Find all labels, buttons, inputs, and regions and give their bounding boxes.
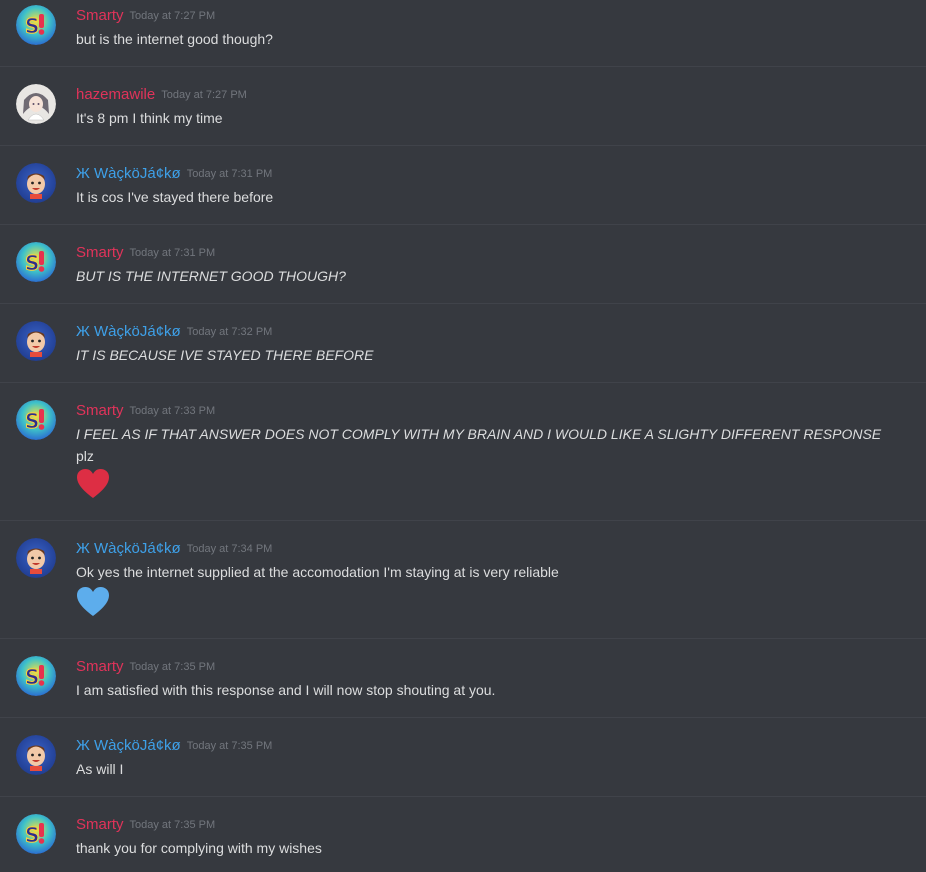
message-text: BUT IS THE INTERNET GOOD THOUGH?: [76, 268, 346, 284]
wacko-avatar[interactable]: [16, 321, 56, 361]
message-header: Ж WàçköJá¢kø Today at 7:31 PM: [76, 164, 272, 184]
message-header: Ж WàçköJá¢kø Today at 7:32 PM: [76, 322, 272, 342]
timestamp[interactable]: Today at 7:34 PM: [187, 543, 273, 555]
timestamp[interactable]: Today at 7:33 PM: [130, 405, 216, 417]
red-heart-icon: [77, 469, 109, 498]
message-text: I am satisfied with this response and I …: [76, 682, 496, 698]
username[interactable]: Smarty: [76, 402, 124, 419]
svg-text:S: S: [25, 251, 39, 275]
anime-girl-avatar-icon: [16, 84, 56, 124]
blue-heart-emoji[interactable]: [76, 586, 110, 618]
username[interactable]: Smarty: [76, 816, 124, 833]
timestamp[interactable]: Today at 7:31 PM: [130, 247, 216, 259]
svg-text:S: S: [25, 409, 39, 433]
chat-message: S Smarty Today at 7:35 PM thank you for c…: [0, 809, 926, 872]
timestamp[interactable]: Today at 7:35 PM: [130, 819, 216, 831]
chat-message: Ж WàçköJá¢kø Today at 7:34 PM Ok yes the …: [0, 533, 926, 639]
username[interactable]: Ж WàçköJá¢kø: [76, 737, 181, 754]
smarty-logo-icon: S: [16, 242, 56, 282]
message-header: Smarty Today at 7:31 PM: [76, 243, 215, 263]
message-text: Ok yes the internet supplied at the acco…: [76, 564, 559, 580]
message-content: Ok yes the internet supplied at the acco…: [76, 561, 896, 583]
chat-message: S Smarty Today at 7:27 PM but is the inte…: [0, 0, 926, 67]
message-text: It is cos I've stayed there before: [76, 189, 274, 205]
timestamp[interactable]: Today at 7:35 PM: [187, 740, 273, 752]
message-content: thank you for complying with my wishes: [76, 837, 896, 859]
hazemawile-avatar[interactable]: [16, 84, 56, 124]
smarty-avatar[interactable]: S: [16, 242, 56, 282]
message-content: IT IS BECAUSE IVE STAYED THERE BEFORE: [76, 344, 896, 366]
cartoon-face-avatar-icon: [16, 538, 56, 578]
username[interactable]: Smarty: [76, 244, 124, 261]
message-content: but is the internet good though?: [76, 28, 896, 50]
message-content: I FEEL AS IF THAT ANSWER DOES NOT COMPLY…: [76, 423, 896, 467]
wacko-avatar[interactable]: [16, 163, 56, 203]
timestamp[interactable]: Today at 7:35 PM: [130, 661, 216, 673]
timestamp[interactable]: Today at 7:27 PM: [161, 89, 247, 101]
message-text: IT IS BECAUSE IVE STAYED THERE BEFORE: [76, 347, 374, 363]
chat-message: Ж WàçköJá¢kø Today at 7:31 PM It is cos I…: [0, 158, 926, 225]
message-header: Ж WàçköJá¢kø Today at 7:34 PM: [76, 539, 272, 559]
message-text: plz: [76, 448, 94, 464]
smarty-avatar[interactable]: S: [16, 656, 56, 696]
svg-text:S: S: [25, 14, 39, 38]
username[interactable]: Ж WàçköJá¢kø: [76, 540, 181, 557]
chat-message: Ж WàçköJá¢kø Today at 7:32 PM IT IS BECAU…: [0, 316, 926, 383]
chat-message: Ж WàçköJá¢kø Today at 7:35 PM As will I: [0, 730, 926, 797]
chat-message: hazemawile Today at 7:27 PM It's 8 pm I t…: [0, 79, 926, 146]
message-text: but is the internet good though?: [76, 31, 273, 47]
wacko-avatar[interactable]: [16, 735, 56, 775]
red-heart-emoji[interactable]: [76, 468, 110, 500]
cartoon-face-avatar-icon: [16, 163, 56, 203]
username[interactable]: hazemawile: [76, 86, 155, 103]
smarty-avatar[interactable]: S: [16, 814, 56, 854]
message-header: hazemawile Today at 7:27 PM: [76, 85, 247, 105]
message-content: I am satisfied with this response and I …: [76, 679, 896, 701]
message-header: Smarty Today at 7:35 PM: [76, 657, 215, 677]
message-content: It's 8 pm I think my time: [76, 107, 896, 129]
message-content: It is cos I've stayed there before: [76, 186, 896, 208]
message-text: It's 8 pm I think my time: [76, 110, 223, 126]
timestamp[interactable]: Today at 7:27 PM: [130, 10, 216, 22]
timestamp[interactable]: Today at 7:32 PM: [187, 326, 273, 338]
message-text: thank you for complying with my wishes: [76, 840, 322, 856]
message-content: As will I: [76, 758, 896, 780]
blue-heart-icon: [77, 587, 109, 616]
timestamp[interactable]: Today at 7:31 PM: [187, 168, 273, 180]
username[interactable]: Ж WàçköJá¢kø: [76, 323, 181, 340]
chat-message: S Smarty Today at 7:31 PM BUT IS THE INTE…: [0, 237, 926, 304]
username[interactable]: Smarty: [76, 658, 124, 675]
username[interactable]: Ж WàçköJá¢kø: [76, 165, 181, 182]
message-header: Smarty Today at 7:33 PM: [76, 401, 215, 421]
smarty-logo-icon: S: [16, 814, 56, 854]
cartoon-face-avatar-icon: [16, 735, 56, 775]
wacko-avatar[interactable]: [16, 538, 56, 578]
smarty-logo-icon: S: [16, 5, 56, 45]
chat-message: S Smarty Today at 7:35 PM I am satisfied …: [0, 651, 926, 718]
smarty-logo-icon: S: [16, 400, 56, 440]
smarty-logo-icon: S: [16, 656, 56, 696]
message-content: BUT IS THE INTERNET GOOD THOUGH?: [76, 265, 896, 287]
message-header: Smarty Today at 7:27 PM: [76, 6, 215, 26]
message-text: As will I: [76, 761, 124, 777]
cartoon-face-avatar-icon: [16, 321, 56, 361]
svg-text:S: S: [25, 665, 39, 689]
svg-text:S: S: [25, 823, 39, 847]
chat-message-list: S Smarty Today at 7:27 PM but is the inte…: [0, 0, 926, 872]
message-header: Smarty Today at 7:35 PM: [76, 815, 215, 835]
smarty-avatar[interactable]: S: [16, 400, 56, 440]
message-text: I FEEL AS IF THAT ANSWER DOES NOT COMPLY…: [76, 426, 882, 442]
chat-message: S Smarty Today at 7:33 PM I FEEL AS IF TH…: [0, 395, 926, 521]
smarty-avatar[interactable]: S: [16, 5, 56, 45]
username[interactable]: Smarty: [76, 7, 124, 24]
message-header: Ж WàçköJá¢kø Today at 7:35 PM: [76, 736, 272, 756]
